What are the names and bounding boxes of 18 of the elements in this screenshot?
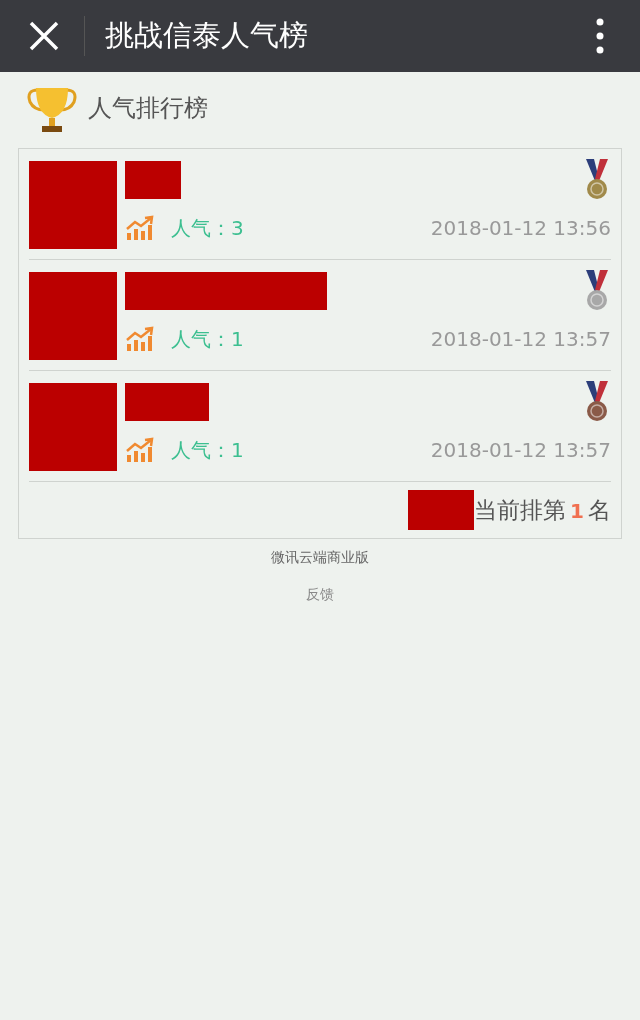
trend-chart-icon [125, 437, 155, 463]
trend-chart-icon [125, 215, 155, 241]
feedback-link[interactable]: 反馈 [306, 584, 334, 605]
close-icon [29, 21, 59, 51]
popularity-count: 人气：1 [171, 326, 244, 353]
leaderboard-heading: 人气排行榜 [88, 93, 208, 124]
popularity-count: 人气：1 [171, 437, 244, 464]
popularity-count: 人气：3 [171, 215, 244, 242]
timestamp: 2018-01-12 13:57 [430, 437, 611, 464]
timestamp: 2018-01-12 13:56 [430, 215, 611, 242]
trend-chart-icon [125, 326, 155, 352]
more-icon [596, 18, 604, 54]
redaction-block [408, 490, 475, 530]
redaction-block [125, 161, 181, 199]
rank-text: 当前排第 1 名 [474, 495, 611, 525]
timestamp: 2018-01-12 13:57 [430, 326, 611, 353]
window-title: 挑战信泰人气榜 [105, 17, 309, 55]
brand-text: 微讯云端商业版 [271, 548, 369, 567]
